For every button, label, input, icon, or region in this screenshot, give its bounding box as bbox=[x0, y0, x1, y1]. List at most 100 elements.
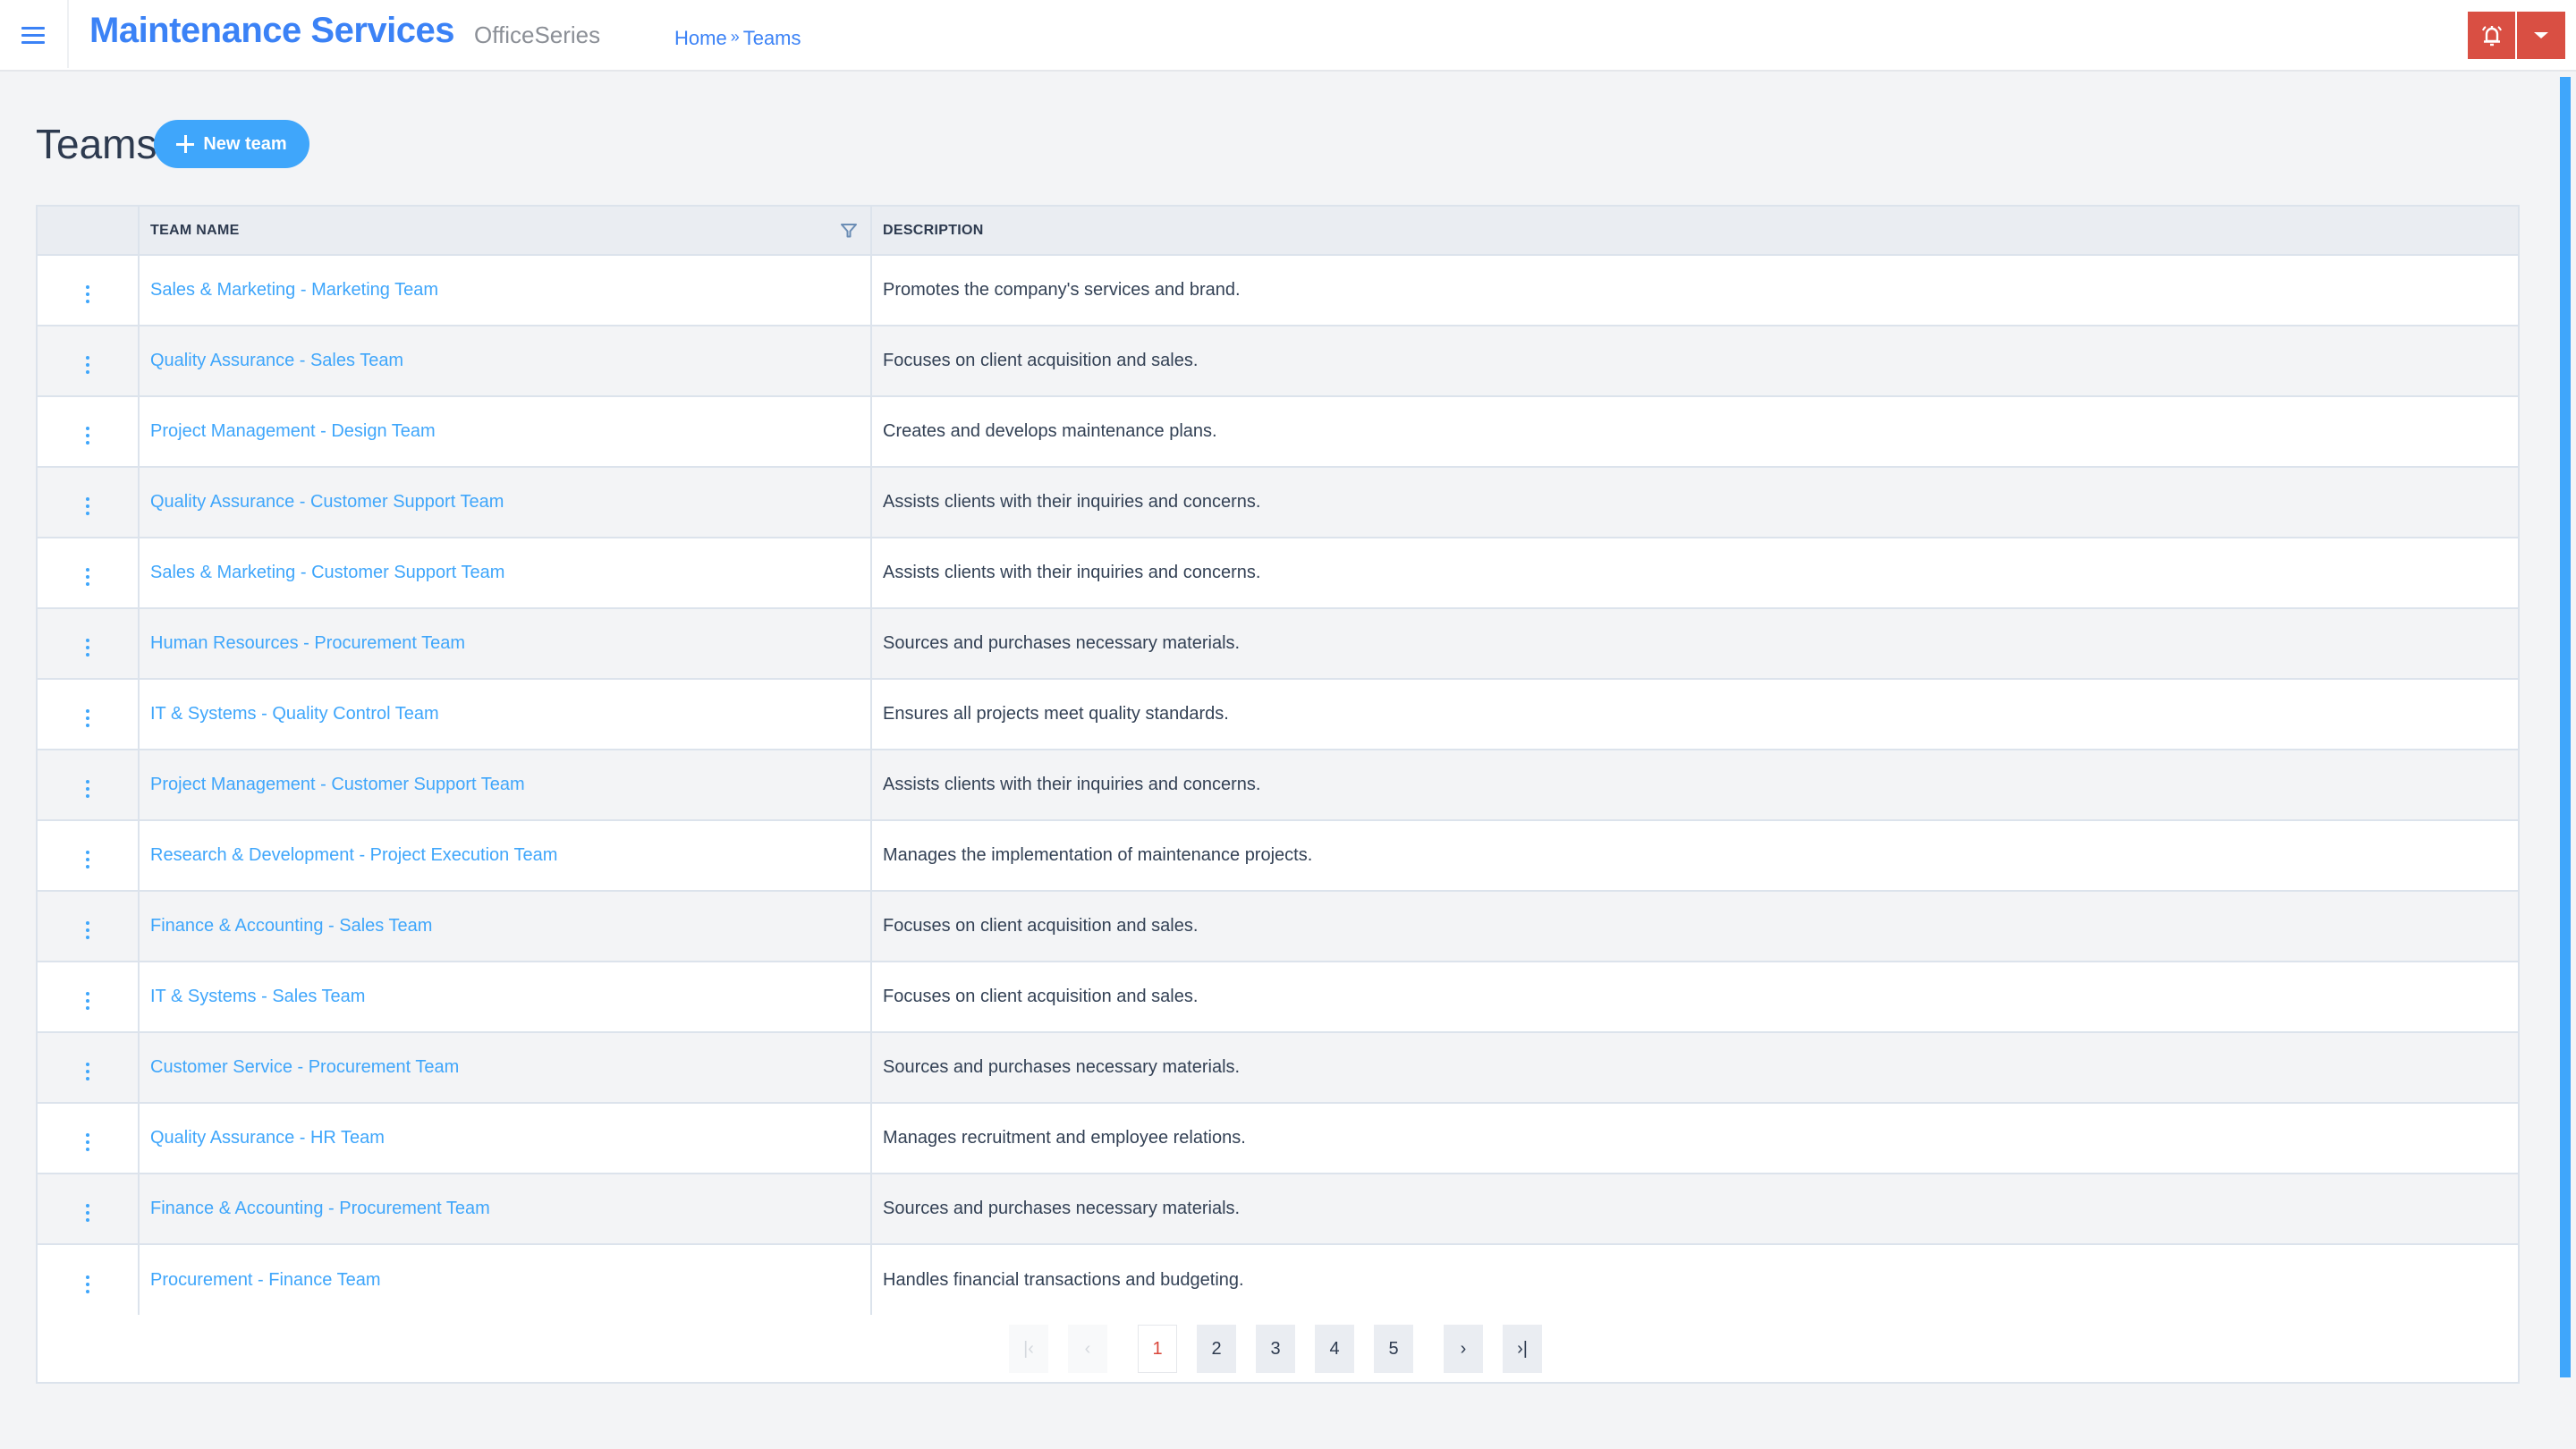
kebab-vertical-dots-icon[interactable] bbox=[79, 706, 97, 731]
new-team-button[interactable]: New team bbox=[154, 120, 309, 168]
kebab-vertical-dots-icon[interactable] bbox=[79, 1272, 97, 1297]
page-title: Teams bbox=[36, 121, 157, 167]
description-cell: Promotes the company's services and bran… bbox=[870, 255, 2518, 326]
team-name-link[interactable]: Sales & Marketing - Customer Support Tea… bbox=[150, 563, 504, 582]
hamburger-menu-icon[interactable] bbox=[20, 23, 47, 47]
team-name-cell: Finance & Accounting - Sales Team bbox=[138, 891, 871, 962]
team-description: Assists clients with their inquiries and… bbox=[883, 563, 1261, 582]
kebab-vertical-dots-icon[interactable] bbox=[79, 1059, 97, 1084]
team-name-cell: Quality Assurance - HR Team bbox=[138, 1103, 871, 1174]
team-description: Handles financial transactions and budge… bbox=[883, 1269, 1244, 1290]
row-actions-cell bbox=[38, 1174, 139, 1244]
description-cell: Sources and purchases necessary material… bbox=[870, 1174, 2518, 1244]
breadcrumb-teams[interactable]: Teams bbox=[743, 27, 801, 49]
team-name-link[interactable]: Human Resources - Procurement Team bbox=[150, 633, 465, 653]
page-button-4[interactable]: 4 bbox=[1315, 1325, 1354, 1373]
kebab-vertical-dots-icon[interactable] bbox=[79, 776, 97, 801]
kebab-vertical-dots-icon[interactable] bbox=[79, 1130, 97, 1155]
team-name-link[interactable]: Procurement - Finance Team bbox=[150, 1270, 381, 1290]
team-description: Focuses on client acquisition and sales. bbox=[883, 916, 1199, 936]
table-row: IT & Systems - Quality Control Team Ensur… bbox=[38, 679, 2518, 750]
kebab-vertical-dots-icon[interactable] bbox=[79, 423, 97, 448]
team-name-link[interactable]: Project Management - Customer Support Te… bbox=[150, 775, 525, 794]
team-name-link[interactable]: Customer Service - Procurement Team bbox=[150, 1057, 459, 1077]
row-actions-cell bbox=[38, 467, 139, 538]
last-page-button[interactable]: ›| bbox=[1503, 1325, 1542, 1373]
team-description: Manages the implementation of maintenanc… bbox=[883, 845, 1313, 865]
kebab-vertical-dots-icon[interactable] bbox=[79, 918, 97, 943]
row-actions-cell bbox=[38, 608, 139, 679]
team-name-link[interactable]: Quality Assurance - Sales Team bbox=[150, 351, 403, 370]
table-row: IT & Systems - Sales Team Focuses on clie… bbox=[38, 962, 2518, 1032]
table-header-row: TEAM NAME DESCRIPTION bbox=[38, 207, 2518, 255]
team-description: Ensures all projects meet quality standa… bbox=[883, 704, 1229, 724]
teams-table-container: TEAM NAME DESCRIPTION Sales & Marketing … bbox=[36, 205, 2520, 1384]
team-description: Assists clients with their inquiries and… bbox=[883, 775, 1261, 794]
kebab-vertical-dots-icon[interactable] bbox=[79, 494, 97, 519]
description-cell: Focuses on client acquisition and sales. bbox=[870, 891, 2518, 962]
page-button-2[interactable]: 2 bbox=[1197, 1325, 1236, 1373]
breadcrumb-home[interactable]: Home bbox=[674, 27, 727, 49]
teams-table: TEAM NAME DESCRIPTION Sales & Marketing … bbox=[38, 207, 2518, 1315]
team-description: Sources and purchases necessary material… bbox=[883, 1199, 1241, 1218]
row-actions-cell bbox=[38, 326, 139, 396]
row-actions-cell bbox=[38, 538, 139, 608]
team-name-cell: IT & Systems - Sales Team bbox=[138, 962, 871, 1032]
row-actions-cell bbox=[38, 962, 139, 1032]
plus-icon bbox=[176, 135, 195, 153]
page-button-5[interactable]: 5 bbox=[1374, 1325, 1413, 1373]
page-button-3[interactable]: 3 bbox=[1256, 1325, 1295, 1373]
kebab-vertical-dots-icon[interactable] bbox=[79, 1200, 97, 1225]
vertical-scrollbar-thumb[interactable] bbox=[2560, 77, 2571, 1377]
app-subtitle: OfficeSeries bbox=[474, 21, 601, 48]
team-name-link[interactable]: Project Management - Design Team bbox=[150, 421, 436, 441]
team-name-cell: Project Management - Customer Support Te… bbox=[138, 750, 871, 820]
previous-page-button[interactable]: ‹ bbox=[1068, 1325, 1107, 1373]
team-description: Creates and develops maintenance plans. bbox=[883, 421, 1217, 441]
team-name-link[interactable]: Sales & Marketing - Marketing Team bbox=[150, 280, 438, 300]
column-header-team-name[interactable]: TEAM NAME bbox=[138, 207, 871, 255]
kebab-vertical-dots-icon[interactable] bbox=[79, 564, 97, 589]
team-name-link[interactable]: Quality Assurance - HR Team bbox=[150, 1128, 385, 1148]
kebab-vertical-dots-icon[interactable] bbox=[79, 988, 97, 1013]
description-cell: Creates and develops maintenance plans. bbox=[870, 396, 2518, 467]
team-description: Sources and purchases necessary material… bbox=[883, 633, 1241, 653]
table-row: Sales & Marketing - Marketing Team Promot… bbox=[38, 255, 2518, 326]
user-menu-dropdown-button[interactable] bbox=[2517, 12, 2565, 59]
team-name-link[interactable]: Finance & Accounting - Sales Team bbox=[150, 916, 432, 936]
first-page-button[interactable]: |‹ bbox=[1009, 1325, 1048, 1373]
app-title[interactable]: Maintenance Services bbox=[89, 11, 455, 51]
team-name-cell: Quality Assurance - Sales Team bbox=[138, 326, 871, 396]
team-description: Assists clients with their inquiries and… bbox=[883, 492, 1261, 512]
page-button-1[interactable]: 1 bbox=[1138, 1325, 1177, 1373]
breadcrumb-separator: » bbox=[730, 28, 740, 46]
team-name-link[interactable]: Quality Assurance - Customer Support Tea… bbox=[150, 492, 504, 512]
row-actions-cell bbox=[38, 1103, 139, 1174]
team-name-cell: Customer Service - Procurement Team bbox=[138, 1032, 871, 1103]
team-name-link[interactable]: Research & Development - Project Executi… bbox=[150, 845, 557, 865]
header-divider bbox=[67, 0, 69, 68]
row-actions-cell bbox=[38, 891, 139, 962]
next-page-button[interactable]: › bbox=[1444, 1325, 1483, 1373]
team-name-link[interactable]: Finance & Accounting - Procurement Team bbox=[150, 1199, 490, 1218]
team-name-link[interactable]: IT & Systems - Sales Team bbox=[150, 987, 365, 1006]
table-row: Finance & Accounting - Sales Team Focuses… bbox=[38, 891, 2518, 962]
kebab-vertical-dots-icon[interactable] bbox=[79, 847, 97, 872]
row-actions-cell bbox=[38, 1032, 139, 1103]
filter-funnel-icon[interactable] bbox=[840, 223, 858, 239]
team-name-cell: IT & Systems - Quality Control Team bbox=[138, 679, 871, 750]
table-row: Sales & Marketing - Customer Support Tea… bbox=[38, 538, 2518, 608]
breadcrumb: Home» Teams bbox=[674, 27, 801, 50]
description-cell: Sources and purchases necessary material… bbox=[870, 1032, 2518, 1103]
kebab-vertical-dots-icon[interactable] bbox=[79, 352, 97, 377]
column-header-description: DESCRIPTION bbox=[870, 207, 2518, 255]
team-name-cell: Human Resources - Procurement Team bbox=[138, 608, 871, 679]
team-name-cell: Sales & Marketing - Marketing Team bbox=[138, 255, 871, 326]
column-header-team-name-label: TEAM NAME bbox=[150, 222, 240, 238]
team-description: Promotes the company's services and bran… bbox=[883, 280, 1241, 300]
kebab-vertical-dots-icon[interactable] bbox=[79, 282, 97, 307]
column-header-actions bbox=[38, 207, 139, 255]
team-name-link[interactable]: IT & Systems - Quality Control Team bbox=[150, 704, 439, 724]
notifications-button[interactable] bbox=[2468, 12, 2515, 59]
kebab-vertical-dots-icon[interactable] bbox=[79, 635, 97, 660]
